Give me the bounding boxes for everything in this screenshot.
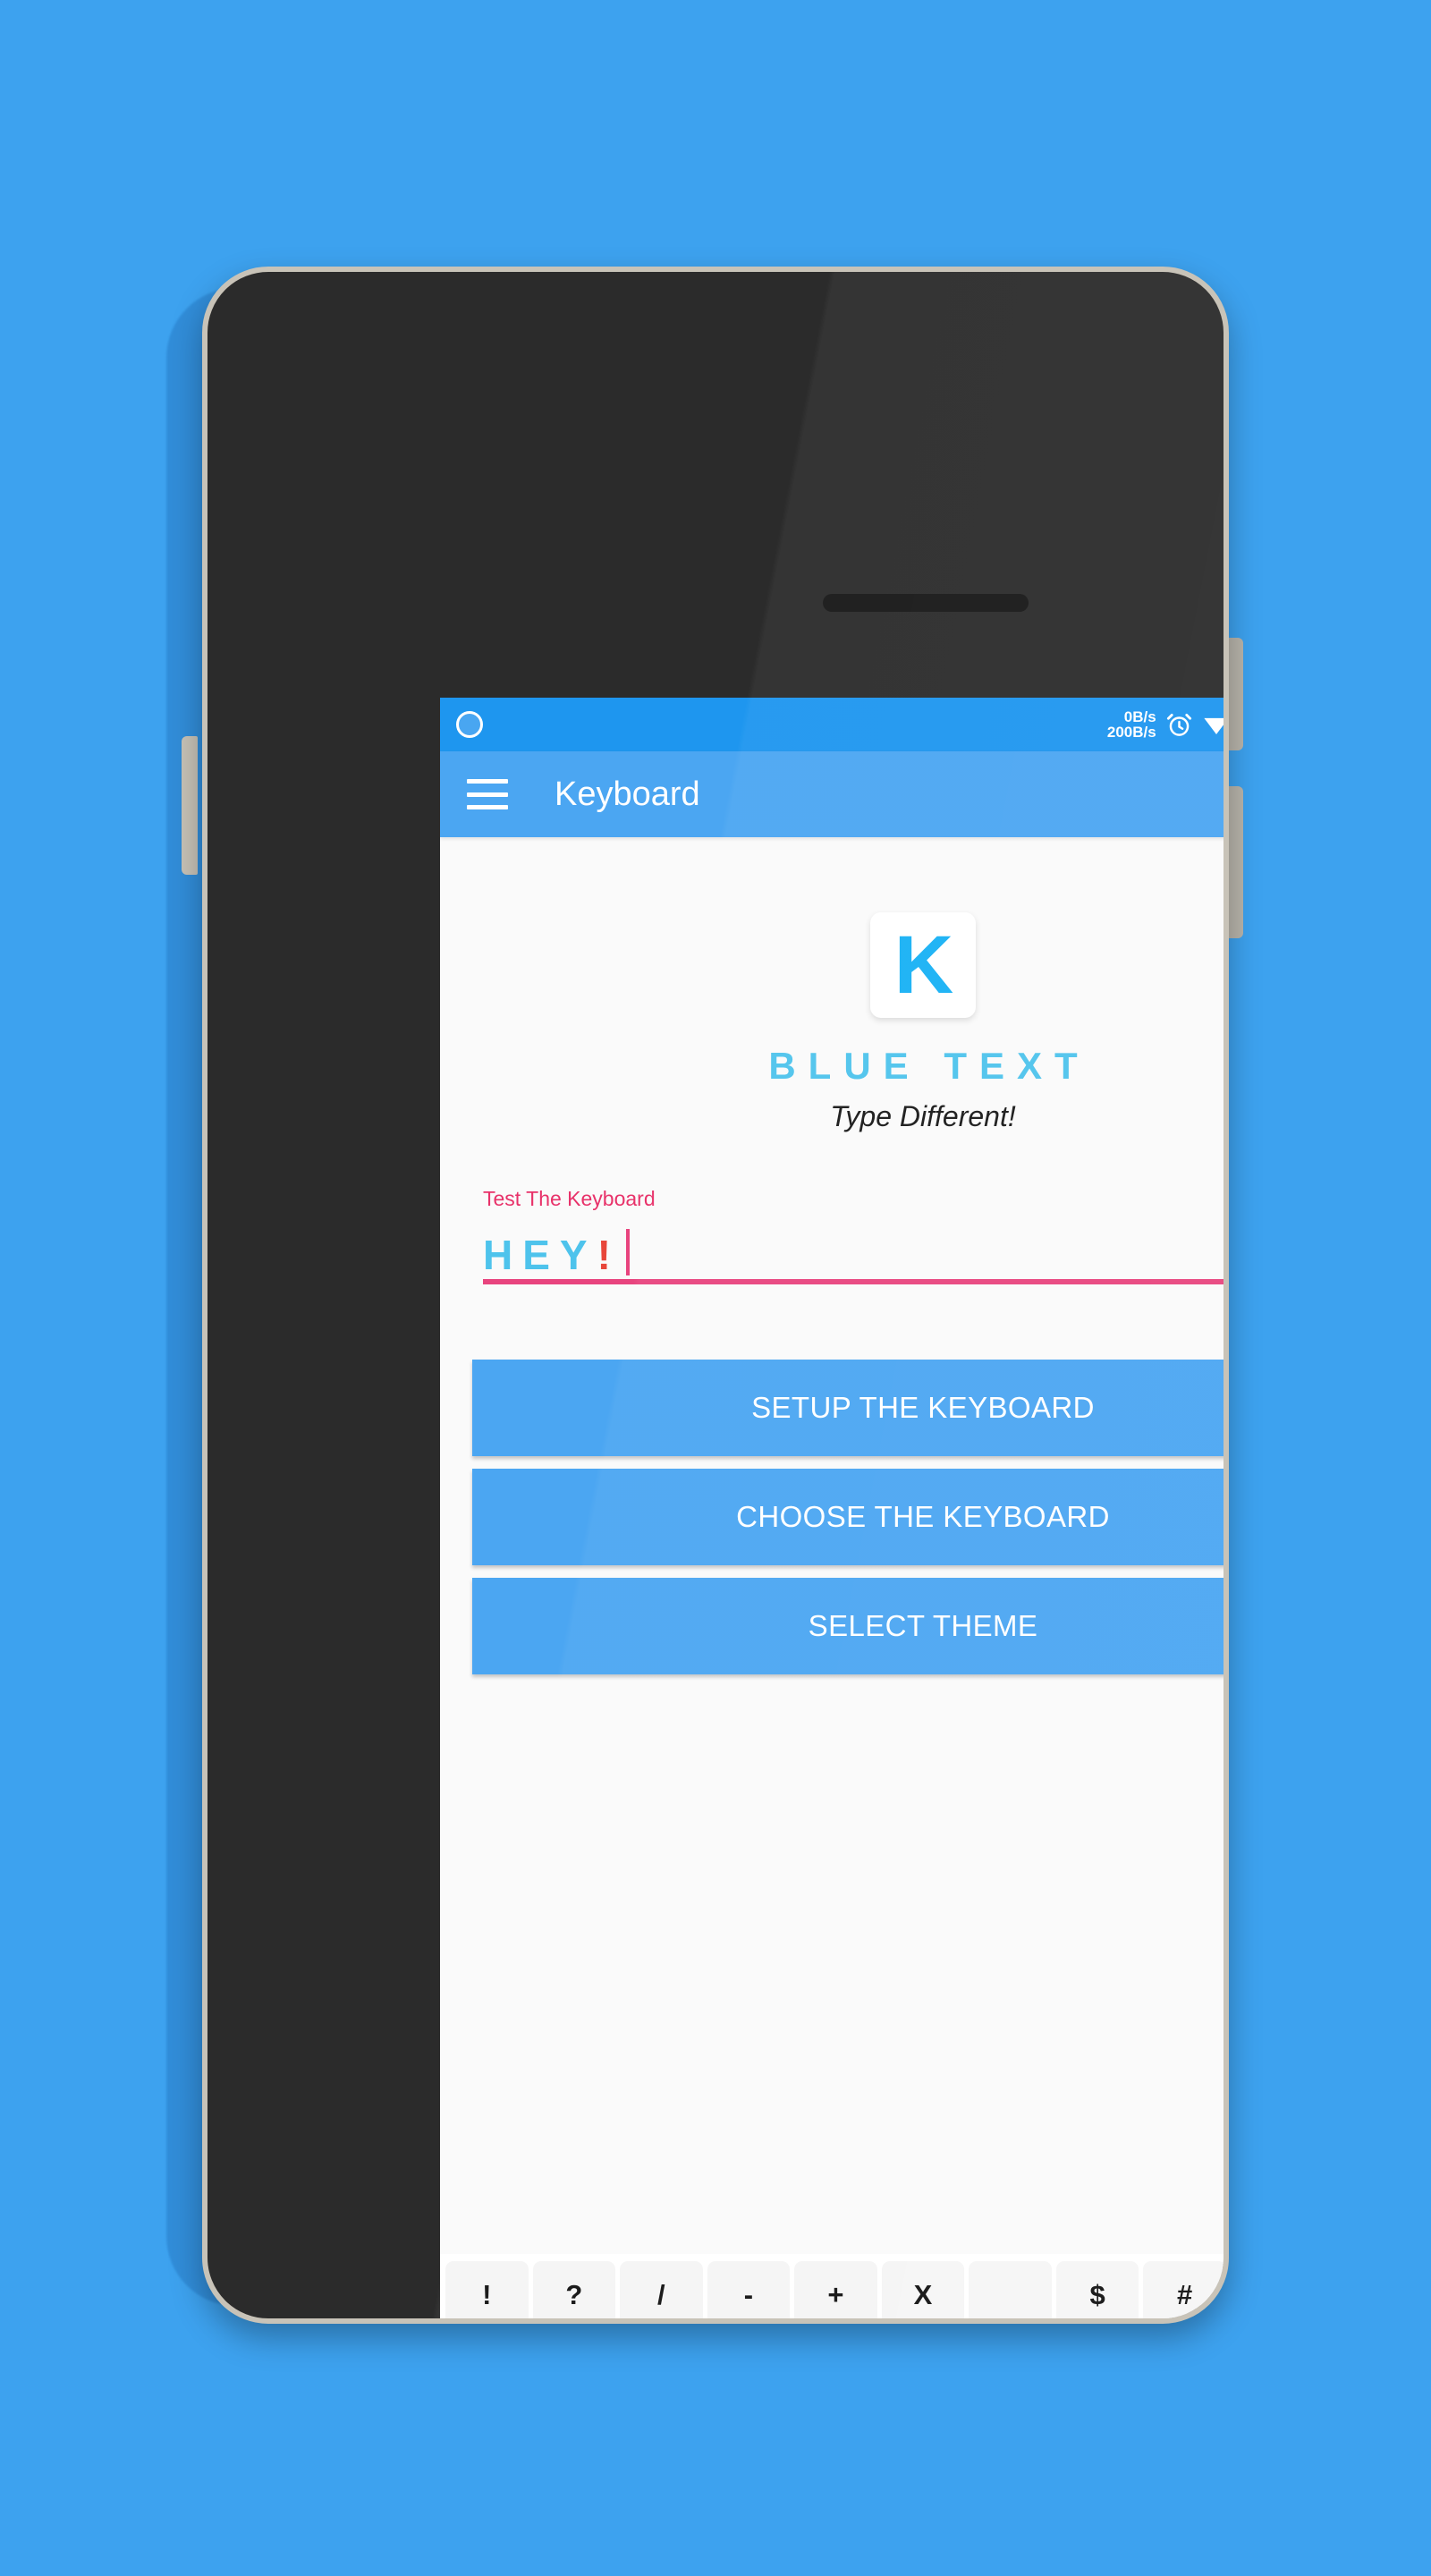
app-logo-letter: K <box>893 919 953 1011</box>
key-question[interactable]: ? <box>532 2261 616 2318</box>
status-bar-right: 0B/s 200B/s <box>1107 708 1224 741</box>
key-exclamation[interactable]: ! <box>445 2261 529 2318</box>
hamburger-line <box>467 792 508 797</box>
key-x[interactable]: X <box>881 2261 965 2318</box>
hamburger-menu-icon[interactable] <box>467 779 508 809</box>
page-title: Keyboard <box>555 775 700 813</box>
status-bar-left <box>456 711 483 738</box>
screenshot-stage: 0B/s 200B/s Keyboard K BLUE TEXT Type Di… <box>0 0 1431 2576</box>
on-screen-keyboard: ! ? / - + X $ # . ~ ABC ツ <box>440 2254 1224 2318</box>
phone-volume-button[interactable] <box>182 736 198 875</box>
key-dollar[interactable]: $ <box>1055 2261 1139 2318</box>
earpiece-speaker-icon <box>823 594 1029 612</box>
key-plus[interactable]: + <box>794 2261 877 2318</box>
phone-power-button[interactable] <box>1227 638 1243 750</box>
hamburger-line <box>467 779 508 784</box>
main-content: K BLUE TEXT Type Different! Test The Key… <box>440 912 1224 2318</box>
hamburger-line <box>467 805 508 809</box>
phone-volume-rocker[interactable] <box>1227 786 1243 938</box>
wifi-icon <box>1204 717 1224 735</box>
test-keyboard-field-block: Test The Keyboard HEY! <box>483 1187 1224 1284</box>
setup-the-keyboard-button[interactable]: SETUP THE KEYBOARD <box>472 1360 1224 1456</box>
test-keyboard-input[interactable]: HEY! <box>483 1220 1224 1278</box>
alarm-clock-icon <box>1166 713 1191 736</box>
key-hyphen[interactable]: - <box>707 2261 791 2318</box>
choose-the-keyboard-button[interactable]: CHOOSE THE KEYBOARD <box>472 1469 1224 1565</box>
text-cursor <box>625 1229 630 1275</box>
status-bar: 0B/s 200B/s <box>440 698 1224 751</box>
action-button-stack: SETUP THE KEYBOARD CHOOSE THE KEYBOARD S… <box>472 1360 1224 1674</box>
phone-device-frame: 0B/s 200B/s Keyboard K BLUE TEXT Type Di… <box>202 267 1229 2324</box>
input-underline <box>483 1279 1224 1284</box>
network-speed-indicator: 0B/s 200B/s <box>1107 709 1156 740</box>
network-speed-up: 0B/s <box>1123 708 1156 725</box>
circle-indicator-icon <box>456 711 483 738</box>
app-logo-container: K <box>440 912 1224 1018</box>
key-slash[interactable]: / <box>620 2261 703 2318</box>
app-logo-card: K <box>870 912 976 1018</box>
keyboard-row-1: ! ? / - + X $ # . ~ <box>445 2261 1224 2318</box>
brand-name: BLUE TEXT <box>768 1045 1090 1087</box>
key-hash[interactable]: # <box>1143 2261 1224 2318</box>
key-blank[interactable] <box>969 2261 1052 2318</box>
test-keyboard-input-suffix: ! <box>597 1232 621 1278</box>
network-speed-down: 200B/s <box>1106 724 1156 741</box>
test-keyboard-input-value: HEY <box>483 1232 597 1278</box>
brand-tagline: Type Different! <box>830 1100 1016 1132</box>
phone-screen: 0B/s 200B/s Keyboard K BLUE TEXT Type Di… <box>440 698 1224 2318</box>
app-bar: Keyboard <box>440 751 1224 837</box>
select-theme-button[interactable]: SELECT THEME <box>472 1578 1224 1674</box>
test-keyboard-label: Test The Keyboard <box>483 1187 656 1210</box>
